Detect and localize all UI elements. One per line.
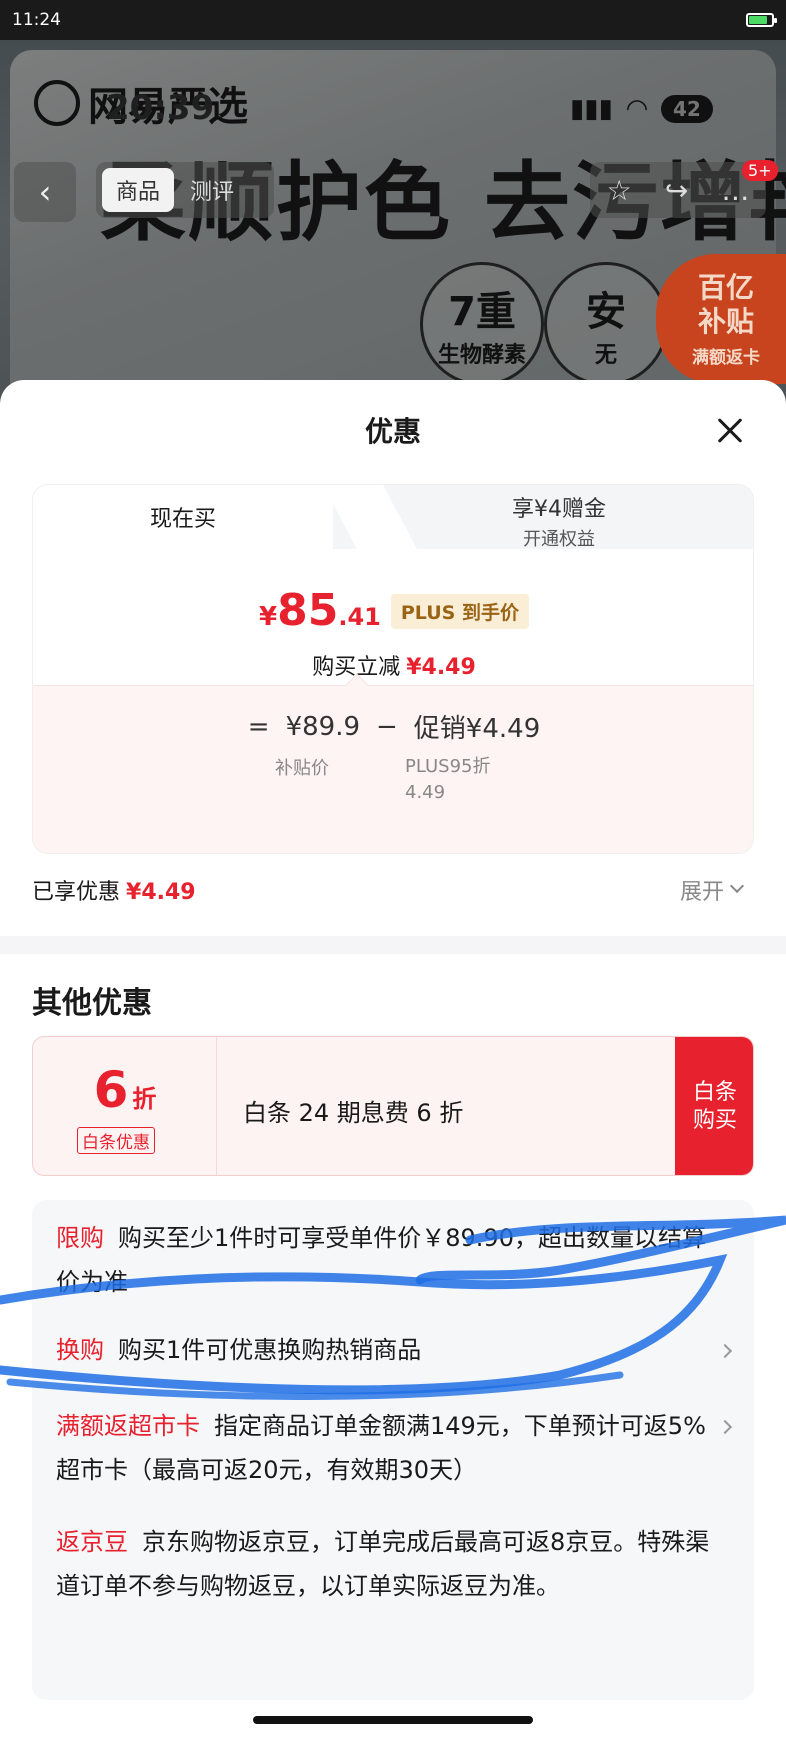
base-price: ¥89.9 [285, 711, 360, 742]
promo-text: 购买至少1件时可享受单件价￥89.90，超出数量以结算价为准 [56, 1224, 706, 1296]
instant-reduction-amount: ¥4.49 [406, 655, 476, 680]
tab-plus-line2: 开通权益 [523, 529, 595, 550]
share-icon[interactable]: ↪ [665, 174, 688, 207]
chevron-right-icon[interactable] [717, 1419, 733, 1435]
coupon-discount-number: 6 [93, 1061, 129, 1119]
promo-item-limit: 限购 购买至少1件时可享受单件价￥89.90，超出数量以结算价为准 [56, 1216, 716, 1304]
top-actions: ☆ ↪ … [590, 162, 766, 218]
subsidy-line1: 百亿 [697, 270, 754, 304]
promo-text: 购买1件可优惠换购热销商品 [118, 1336, 422, 1364]
promo-item-supermarket-card[interactable]: 满额返超市卡 指定商品订单金额满149元，下单预计可返5%超市卡（最高可返20元，… [56, 1404, 716, 1492]
tab-product[interactable]: 商品 [102, 168, 175, 212]
promo-tag: 返京豆 [56, 1528, 128, 1556]
instant-reduction: 购买立减 ¥4.49 [33, 649, 753, 681]
promo-tag: 限购 [56, 1224, 104, 1252]
subsidy-line3: 满额返卡 [692, 347, 760, 368]
product-tabs: 商品 测评 [96, 162, 274, 218]
background-product-page: 网易严选 20:39 ▮▮▮ ◠ 42 柔顺护色 去污增艳 7重 生物酵素 安 … [0, 40, 786, 400]
other-offers-title: 其他优惠 [32, 986, 152, 1021]
expand-button[interactable]: 展开 [680, 874, 745, 906]
message-badge: 5+ [742, 160, 778, 181]
battery-icon [746, 13, 777, 27]
tab-plus-benefit[interactable]: 享¥4赠金 开通权益 [363, 491, 753, 551]
chevron-down-icon [729, 878, 745, 894]
final-price: ¥85.41 PLUS 到手价 [33, 585, 753, 636]
coupon-tag: 白条优惠 [77, 1127, 155, 1154]
equals-sign: = [247, 711, 270, 742]
status-bar: 11:24 [0, 0, 786, 40]
price-card: 现在买 享¥4赠金 开通权益 ¥85.41 PLUS 到手价 购买立减 ¥4.49… [32, 484, 754, 854]
subsidy-badge[interactable]: 百亿 补贴 满额返卡 [656, 254, 786, 384]
subsidy-line2: 补贴 [697, 304, 754, 338]
price-integer: 85 [277, 585, 339, 636]
back-button[interactable]: ‹ [14, 162, 76, 222]
battery-fill [749, 16, 767, 24]
breakdown-formula: = ¥89.9 − 促销¥4.49 [33, 708, 753, 745]
coupon-description: 白条 24 期息费 6 折 [243, 1099, 464, 1127]
favorite-icon[interactable]: ☆ [607, 174, 632, 207]
promo-tag: 满额返超市卡 [56, 1412, 200, 1440]
chevron-left-icon: ‹ [38, 173, 52, 211]
promo-text: 京东购物返京豆，订单完成后最高可返8京豆。特殊渠道订单不参与购物返豆，以订单实际… [56, 1528, 710, 1600]
base-price-label: 补贴价 [275, 758, 329, 779]
chevron-right-icon[interactable] [717, 1343, 733, 1359]
promo-detail-line2: 4.49 [405, 782, 446, 803]
close-icon[interactable] [712, 412, 748, 448]
promo-detail-line1: PLUS95折 [405, 756, 491, 777]
promo-tag: 换购 [56, 1336, 104, 1364]
coupon-discount-unit: 折 [132, 1085, 157, 1113]
coupon-discount-block: 6折 白条优惠 [33, 1037, 217, 1175]
promotions-list: 限购 购买至少1件时可享受单件价￥89.90，超出数量以结算价为准 换购 购买1件可… [32, 1200, 754, 1700]
tab-plus-line1: 享¥4赠金 [512, 497, 606, 522]
tab-review[interactable]: 测评 [190, 174, 234, 206]
price-breakdown: = ¥89.9 − 促销¥4.49 补贴价 PLUS95折 4.49 [33, 673, 753, 853]
final-price-value: ¥85.41 [259, 585, 381, 636]
baitiao-buy-button[interactable]: 白条购买 [675, 1037, 753, 1175]
promo-detail: PLUS95折 4.49 [405, 754, 491, 806]
sheet-title: 优惠 [364, 415, 421, 448]
coupon-discount: 6折 [33, 1061, 217, 1119]
enjoyed-discount: 已享优惠 ¥4.49 [32, 874, 196, 906]
expand-label: 展开 [680, 880, 725, 905]
price-symbol: ¥ [259, 602, 278, 632]
tab-buy-now[interactable]: 现在买 [33, 485, 333, 549]
home-indicator[interactable] [253, 1716, 533, 1724]
minus-sign: − [376, 711, 398, 742]
promo-item-jingdou: 返京豆 京东购物返京豆，订单完成后最高可返8京豆。特殊渠道订单不参与购物返豆，以订… [56, 1520, 716, 1608]
promo-amount: 促销¥4.49 [413, 714, 541, 744]
promo-item-exchange[interactable]: 换购 购买1件可优惠换购热销商品 [56, 1328, 716, 1372]
enjoyed-amount: ¥4.49 [126, 880, 196, 905]
plus-price-tag: PLUS 到手价 [390, 594, 529, 629]
price-decimal: .41 [338, 603, 381, 631]
baitiao-coupon: 6折 白条优惠 白条 24 期息费 6 折 白条购买 [32, 1036, 754, 1176]
section-divider [0, 936, 786, 954]
discount-sheet: 优惠 现在买 享¥4赠金 开通权益 ¥85.41 PLUS 到手价 购买立减 ¥4… [0, 380, 786, 1744]
enjoyed-label: 已享优惠 [32, 880, 121, 905]
status-time: 11:24 [12, 10, 61, 30]
